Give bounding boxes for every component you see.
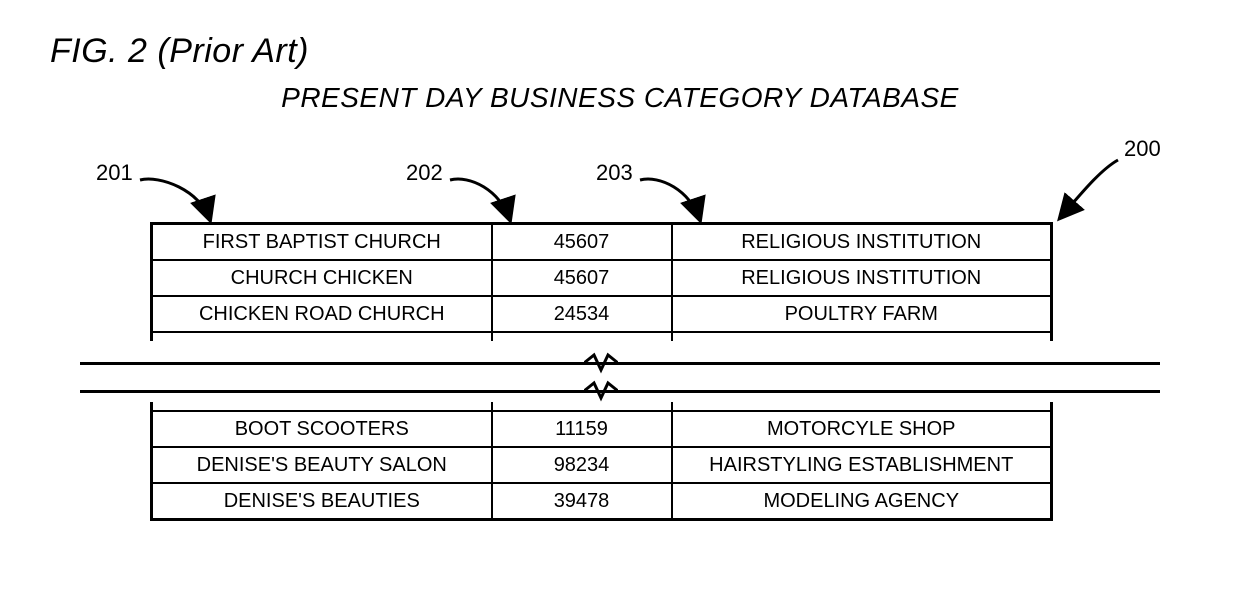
table-row: CHURCH CHICKEN 45607 RELIGIOUS INSTITUTI… — [152, 260, 1052, 296]
cell-name: BOOT SCOOTERS — [152, 411, 492, 447]
table-break-line — [80, 362, 1160, 365]
cell-name: CHICKEN ROAD CHURCH — [152, 296, 492, 332]
table-row: FIRST BAPTIST CHURCH 45607 RELIGIOUS INS… — [152, 224, 1052, 261]
cell-category: RELIGIOUS INSTITUTION — [672, 224, 1052, 261]
cell-code: 98234 — [492, 447, 672, 483]
ref-201: 201 — [96, 160, 133, 186]
cell-code: 11159 — [492, 411, 672, 447]
break-zigzag-icon — [584, 352, 618, 374]
table-row: DENISE'S BEAUTIES 39478 MODELING AGENCY — [152, 483, 1052, 520]
cell-category: HAIRSTYLING ESTABLISHMENT — [672, 447, 1052, 483]
figure-label: FIG. 2 (Prior Art) — [50, 32, 309, 71]
cell-name: FIRST BAPTIST CHURCH — [152, 224, 492, 261]
table-row: CHICKEN ROAD CHURCH 24534 POULTRY FARM — [152, 296, 1052, 332]
cell-name: DENISE'S BEAUTY SALON — [152, 447, 492, 483]
ref-200: 200 — [1124, 136, 1161, 162]
cell-category: MOTORCYLE SHOP — [672, 411, 1052, 447]
database-table-top: FIRST BAPTIST CHURCH 45607 RELIGIOUS INS… — [150, 222, 1053, 341]
cell-name: DENISE'S BEAUTIES — [152, 483, 492, 520]
cell-name: CHURCH CHICKEN — [152, 260, 492, 296]
ref-202: 202 — [406, 160, 443, 186]
figure-stage: FIG. 2 (Prior Art) PRESENT DAY BUSINESS … — [0, 0, 1240, 613]
database-table-bottom: BOOT SCOOTERS 11159 MOTORCYLE SHOP DENIS… — [150, 402, 1053, 521]
break-zigzag-icon — [584, 380, 618, 402]
table-row: BOOT SCOOTERS 11159 MOTORCYLE SHOP — [152, 411, 1052, 447]
table-stub-row — [152, 332, 1052, 341]
figure-title: PRESENT DAY BUSINESS CATEGORY DATABASE — [0, 82, 1240, 114]
table-break-line — [80, 390, 1160, 393]
cell-code: 39478 — [492, 483, 672, 520]
table-row: DENISE'S BEAUTY SALON 98234 HAIRSTYLING … — [152, 447, 1052, 483]
cell-category: MODELING AGENCY — [672, 483, 1052, 520]
cell-code: 24534 — [492, 296, 672, 332]
table-stub-row — [152, 402, 1052, 411]
cell-code: 45607 — [492, 260, 672, 296]
cell-category: POULTRY FARM — [672, 296, 1052, 332]
cell-code: 45607 — [492, 224, 672, 261]
cell-category: RELIGIOUS INSTITUTION — [672, 260, 1052, 296]
ref-203: 203 — [596, 160, 633, 186]
